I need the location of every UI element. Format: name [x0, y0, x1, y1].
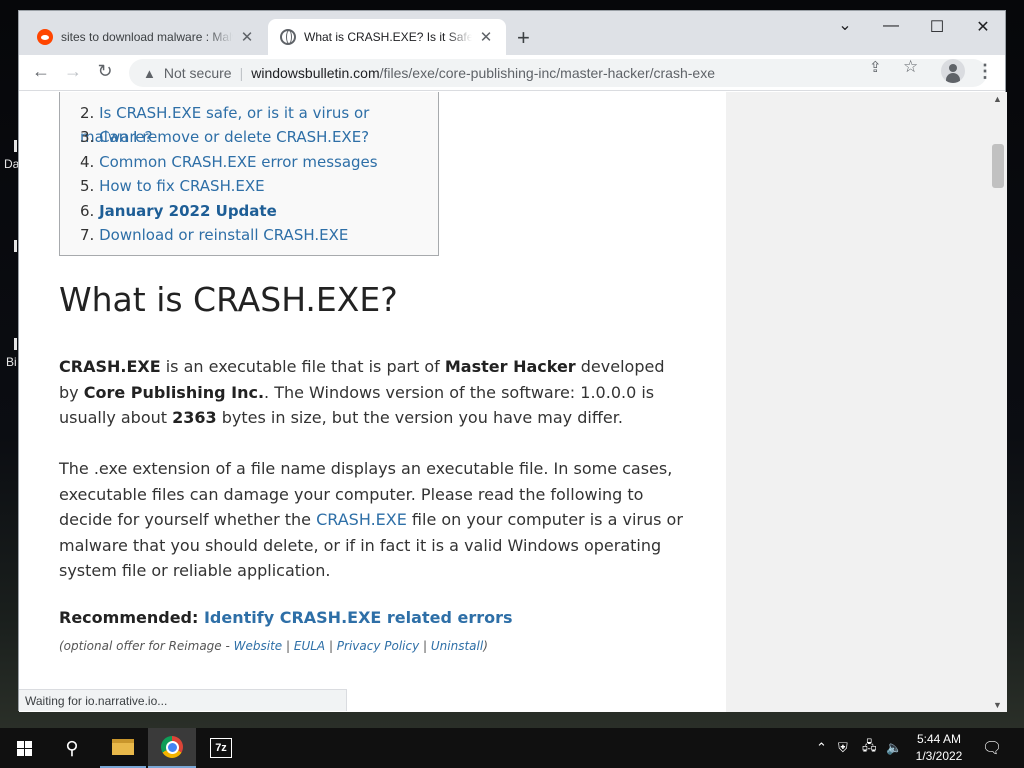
show-hidden-icons-button[interactable]: ⌃: [816, 728, 827, 768]
desktop-icon-mark[interactable]: [14, 240, 17, 252]
toc-item: 6. January 2022 Update: [80, 201, 277, 220]
toc-link[interactable]: Download or reinstall CRASH.EXE: [99, 226, 348, 244]
uninstall-link[interactable]: Uninstall: [431, 639, 483, 653]
table-of-contents: 2. Is CRASH.EXE safe, or is it a virus o…: [59, 92, 439, 256]
browser-toolbar: ← → ↻ ▲ Not secure | windowsbulletin.com…: [19, 55, 1005, 91]
url-domain: windowsbulletin.com: [251, 65, 380, 81]
website-link[interactable]: Website: [234, 639, 283, 653]
tab-title: What is CRASH.EXE? Is it Safe or a Virus…: [304, 30, 472, 44]
toc-item: 5. How to fix CRASH.EXE: [80, 177, 265, 196]
globe-icon: [280, 29, 296, 45]
close-window-button[interactable]: ✕: [973, 17, 993, 37]
scrollbar-thumb[interactable]: [992, 144, 1004, 188]
clock-date: 1/3/2022: [915, 749, 963, 763]
intro-paragraph: CRASH.EXE is an executable file that is …: [59, 357, 665, 427]
tab-search-button[interactable]: ⌄: [835, 15, 855, 35]
share-icon[interactable]: ⇪: [869, 58, 882, 76]
status-bubble: Waiting for io.narrative.io...: [19, 689, 347, 711]
toc-item: 7. Download or reinstall CRASH.EXE: [80, 225, 349, 244]
volume-muted-icon[interactable]: 🔈: [886, 728, 902, 768]
tab-crash-exe[interactable]: What is CRASH.EXE? Is it Safe or a Virus…: [268, 19, 506, 55]
notifications-icon[interactable]: 🗨: [982, 728, 1002, 768]
close-icon[interactable]: ✕: [478, 28, 494, 46]
security-label[interactable]: Not secure: [164, 65, 232, 81]
warning-icon[interactable]: ▲: [143, 66, 156, 81]
toc-link[interactable]: How to fix CRASH.EXE: [99, 177, 265, 195]
bookmark-star-icon[interactable]: ☆: [903, 57, 918, 77]
network-icon[interactable]: 🖧: [862, 728, 877, 768]
reload-button[interactable]: ↻: [93, 61, 117, 82]
toc-link[interactable]: January 2022 Update: [99, 202, 277, 220]
chrome-icon: [161, 736, 183, 758]
toc-link[interactable]: Common CRASH.EXE error messages: [99, 153, 378, 171]
taskbar-file-explorer[interactable]: [100, 728, 146, 768]
tab-reddit[interactable]: sites to download malware : Malware ✕: [25, 19, 267, 55]
close-icon[interactable]: ✕: [239, 28, 255, 46]
forward-button[interactable]: →: [61, 61, 85, 82]
url-text[interactable]: windowsbulletin.com/files/exe/core-publi…: [251, 65, 715, 81]
menu-kebab-icon[interactable]: ⋮: [973, 61, 997, 82]
tab-title: sites to download malware : Malware: [61, 30, 233, 44]
separator: |: [239, 65, 244, 81]
desktop-icon-mark[interactable]: [14, 338, 17, 350]
page-scrollbar[interactable]: ▲ ▼: [989, 92, 1007, 712]
desktop-icon-mark[interactable]: [14, 140, 17, 152]
profile-avatar[interactable]: [941, 59, 965, 83]
article: 2. Is CRASH.EXE safe, or is it a virus o…: [19, 92, 725, 712]
windows-logo-icon: [16, 740, 32, 756]
optional-offer: (optional offer for Reimage - Website | …: [59, 639, 488, 653]
file-explorer-icon: [112, 739, 134, 755]
recommended-line: Recommended: Identify CRASH.EXE related …: [59, 608, 513, 627]
toc-item: 4. Common CRASH.EXE error messages: [80, 152, 378, 171]
url-path: /files/exe/core-publishing-inc/master-ha…: [379, 65, 715, 81]
browser-window: sites to download malware : Malware ✕ Wh…: [18, 10, 1007, 712]
clock[interactable]: 5:44 AM 1/3/2022: [906, 731, 972, 765]
identify-errors-link[interactable]: Identify CRASH.EXE related errors: [204, 608, 513, 627]
taskbar: ⚲ 7z ⌃ ⛨ 🖧 🔈 5:44 AM 1/3/2022 🗨: [0, 728, 1024, 768]
page-content: 2. Is CRASH.EXE safe, or is it a virus o…: [19, 92, 1007, 712]
sidebar-ad-area: [726, 92, 989, 712]
scroll-down-arrow-icon[interactable]: ▼: [993, 700, 1002, 710]
start-button[interactable]: [0, 728, 48, 768]
crash-exe-link[interactable]: CRASH.EXE: [316, 510, 407, 529]
taskbar-7zip[interactable]: 7z: [198, 728, 244, 768]
exe-info-paragraph: The .exe extension of a file name displa…: [59, 459, 683, 580]
eula-link[interactable]: EULA: [294, 639, 325, 653]
minimize-button[interactable]: —: [881, 17, 901, 35]
toc-item: 3. Can I remove or delete CRASH.EXE?: [80, 128, 370, 147]
defender-icon[interactable]: ⛨: [838, 728, 848, 768]
7zip-icon: 7z: [210, 738, 232, 758]
search-icon: ⚲: [65, 737, 79, 758]
back-button[interactable]: ←: [29, 61, 53, 82]
maximize-button[interactable]: ☐: [927, 17, 947, 37]
privacy-policy-link[interactable]: Privacy Policy: [337, 639, 419, 653]
toc-item: 2. Is CRASH.EXE safe, or is it a virus o…: [80, 104, 370, 146]
desktop-icon-label[interactable]: Bi: [6, 355, 17, 369]
clock-time: 5:44 AM: [916, 732, 962, 746]
reddit-icon: [37, 29, 53, 45]
tab-strip: sites to download malware : Malware ✕ Wh…: [19, 11, 1005, 55]
search-button[interactable]: ⚲: [50, 728, 94, 768]
address-bar[interactable]: ▲ Not secure | windowsbulletin.com/files…: [129, 59, 987, 87]
page-title: What is CRASH.EXE?: [59, 280, 398, 319]
taskbar-chrome[interactable]: [148, 728, 196, 768]
scroll-up-arrow-icon[interactable]: ▲: [993, 94, 1002, 104]
toc-link[interactable]: Can I remove or delete CRASH.EXE?: [99, 128, 369, 146]
new-tab-button[interactable]: +: [517, 25, 530, 51]
